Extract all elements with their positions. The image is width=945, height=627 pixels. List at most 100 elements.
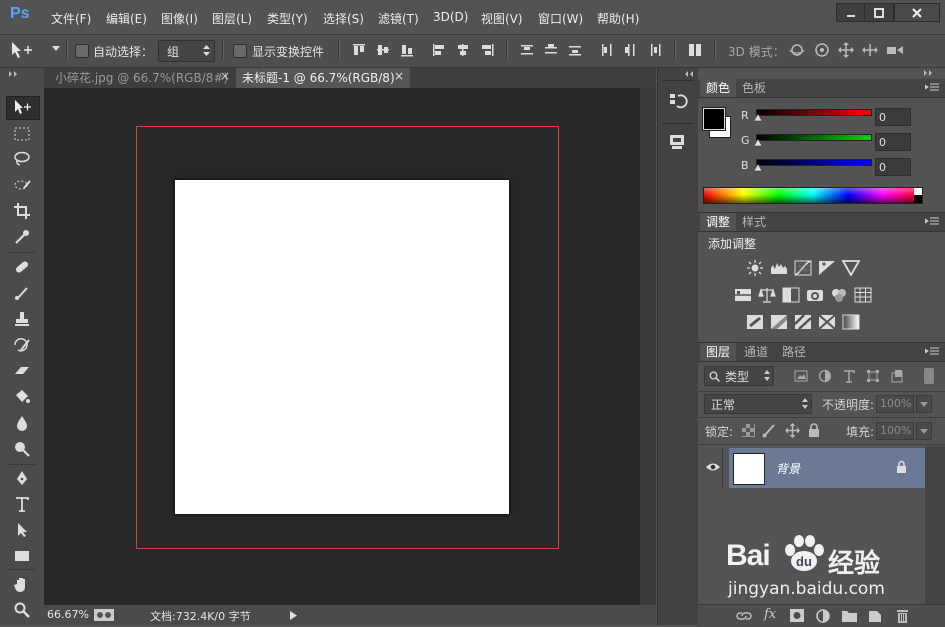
filter-adjustment-icon[interactable] <box>818 369 832 383</box>
paint-bucket-tool[interactable] <box>11 386 33 408</box>
history-brush-tool[interactable] <box>11 334 33 356</box>
new-group-folder-icon[interactable] <box>842 609 857 622</box>
panel-menu-icon[interactable] <box>925 347 939 357</box>
tab-paths[interactable]: 路径 <box>776 343 812 361</box>
filter-pixel-icon[interactable] <box>794 369 808 383</box>
invert-icon[interactable] <box>746 314 764 330</box>
tab-styles[interactable]: 样式 <box>736 213 772 231</box>
collapse-arrows-icon[interactable] <box>684 71 694 77</box>
menu-type[interactable]: 类型(Y) <box>267 10 308 27</box>
link-layers-icon[interactable] <box>736 610 752 622</box>
tab-xiaosuihua[interactable]: 小碎花.jpg @ 66.7%(RGB/8#) <box>49 68 234 88</box>
quick-select-tool[interactable] <box>11 174 33 196</box>
vibrance-icon[interactable] <box>842 260 860 276</box>
crop-tool[interactable] <box>11 200 33 222</box>
posterize-icon[interactable] <box>770 314 788 330</box>
move-tool-preset[interactable] <box>8 39 32 61</box>
auto-select-dropdown[interactable]: 组 <box>158 40 215 62</box>
close-window-button[interactable] <box>894 3 940 22</box>
color-lookup-icon[interactable] <box>854 287 872 303</box>
slider-thumb-icon[interactable] <box>754 164 762 172</box>
black-white-icon[interactable] <box>782 287 800 303</box>
distribute-top-icon[interactable] <box>520 43 534 57</box>
menu-file[interactable]: 文件(F) <box>51 10 91 27</box>
distribute-vcenter-icon[interactable] <box>544 43 558 57</box>
channel-r-slider[interactable] <box>756 109 872 116</box>
lasso-tool[interactable] <box>11 148 33 170</box>
pen-tool[interactable] <box>11 467 33 489</box>
gradient-map-icon[interactable] <box>842 314 860 330</box>
tab-color[interactable]: 颜色 <box>700 79 737 97</box>
auto-select-checkbox[interactable] <box>75 44 89 58</box>
color-spectrum-ramp[interactable] <box>703 187 923 204</box>
properties-panel-icon[interactable] <box>668 133 688 151</box>
channel-r-value[interactable]: 0 <box>875 108 911 126</box>
add-mask-icon[interactable] <box>790 609 804 622</box>
delete-layer-icon[interactable] <box>896 608 909 623</box>
zoom-tool[interactable] <box>11 599 33 621</box>
tab-adjustments[interactable]: 调整 <box>700 213 737 231</box>
filter-shape-icon[interactable] <box>866 369 880 383</box>
filter-toggle-switch[interactable] <box>924 368 934 384</box>
minimize-button[interactable] <box>836 3 866 22</box>
path-selection-tool[interactable] <box>11 519 33 541</box>
play-arrow-icon[interactable] <box>290 611 297 620</box>
menu-select[interactable]: 选择(S) <box>323 10 364 27</box>
distribute-bottom-icon[interactable] <box>568 43 582 57</box>
align-bottom-icon[interactable] <box>400 43 414 57</box>
menu-window[interactable]: 窗口(W) <box>538 10 583 27</box>
distribute-right-icon[interactable] <box>648 43 662 57</box>
brush-tool[interactable] <box>11 282 33 304</box>
filter-smart-object-icon[interactable] <box>890 369 904 383</box>
align-vcenter-icon[interactable] <box>376 43 390 57</box>
lock-position-icon[interactable] <box>785 423 800 438</box>
opacity-input[interactable]: 100% <box>876 395 914 413</box>
levels-icon[interactable] <box>770 260 788 276</box>
opacity-dropdown-button[interactable] <box>916 395 932 413</box>
menu-view[interactable]: 视图(V) <box>481 10 523 27</box>
channel-b-value[interactable]: 0 <box>875 158 911 176</box>
channel-b-slider[interactable] <box>756 159 872 166</box>
show-transform-checkbox[interactable] <box>233 44 247 58</box>
channel-g-slider[interactable] <box>756 134 872 141</box>
fill-dropdown-button[interactable] <box>916 422 932 440</box>
layer-style-fx-icon[interactable]: fx <box>764 607 776 622</box>
eye-visibility-icon[interactable] <box>706 462 720 472</box>
threshold-icon[interactable] <box>794 314 812 330</box>
lock-transparent-icon[interactable] <box>742 424 755 437</box>
align-right-icon[interactable] <box>480 43 494 57</box>
canvas-area[interactable] <box>44 88 640 605</box>
3d-roll-icon[interactable] <box>813 42 831 58</box>
brightness-contrast-icon[interactable] <box>746 260 764 276</box>
fill-input[interactable]: 100% <box>876 422 914 440</box>
collapse-arrows-icon[interactable] <box>924 70 934 76</box>
hue-saturation-icon[interactable] <box>734 287 752 303</box>
hand-tool[interactable] <box>11 573 33 595</box>
zoom-level[interactable]: 66.67% <box>47 608 89 621</box>
exposure-icon[interactable] <box>818 260 836 276</box>
eyedropper-tool[interactable] <box>11 226 33 248</box>
vertical-scrollbar[interactable] <box>640 88 656 605</box>
clone-stamp-tool[interactable] <box>11 308 33 330</box>
menu-help[interactable]: 帮助(H) <box>597 10 639 27</box>
status-info-icon[interactable] <box>94 609 114 621</box>
tab-untitled-1[interactable]: 未标题-1 @ 66.7%(RGB/8) <box>236 68 410 88</box>
layer-name[interactable]: 背景 <box>776 460 800 477</box>
lock-image-brush-icon[interactable] <box>762 423 778 438</box>
tab-close-button[interactable]: × <box>220 69 230 83</box>
align-left-icon[interactable] <box>432 43 446 57</box>
channel-g-value[interactable]: 0 <box>875 133 911 151</box>
blend-mode-dropdown[interactable]: 正常 <box>704 394 812 414</box>
menu-image[interactable]: 图像(I) <box>161 10 198 27</box>
menu-filter[interactable]: 滤镜(T) <box>378 10 419 27</box>
eraser-tool[interactable] <box>11 360 33 382</box>
collapse-arrows-icon[interactable] <box>9 71 19 77</box>
curves-icon[interactable] <box>794 260 812 276</box>
history-panel-icon[interactable] <box>668 92 688 112</box>
new-layer-icon[interactable] <box>868 608 882 623</box>
3d-rotate-icon[interactable] <box>788 42 806 58</box>
lock-all-icon[interactable] <box>808 423 820 438</box>
move-tool[interactable] <box>11 96 33 118</box>
slider-thumb-icon[interactable] <box>754 139 762 147</box>
3d-pan-icon[interactable] <box>837 42 855 58</box>
